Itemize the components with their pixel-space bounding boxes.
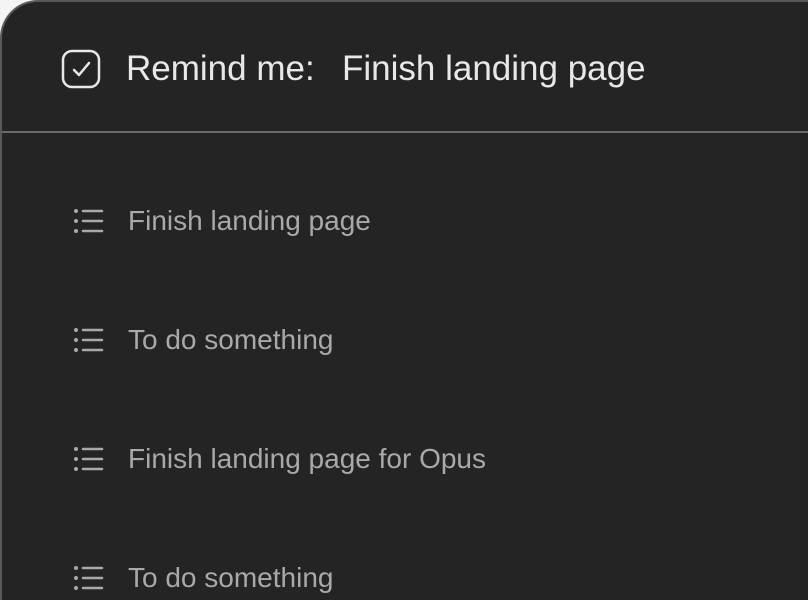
suggestion-item[interactable]: To do something (2, 548, 808, 600)
list-icon (74, 328, 104, 352)
reminder-header: Remind me: Finish landing page (2, 2, 808, 132)
list-icon (74, 209, 104, 233)
checkbox-checked-icon[interactable] (61, 49, 101, 89)
suggestion-item[interactable]: To do something (2, 310, 808, 370)
list-icon (74, 447, 104, 471)
suggestion-item[interactable]: Finish landing page for Opus (2, 429, 808, 489)
header-divider (2, 131, 808, 133)
suggestion-text: Finish landing page for Opus (128, 443, 486, 474)
reminder-panel: Remind me: Finish landing page Finish la… (0, 0, 808, 600)
remind-me-label: Remind me: (126, 49, 315, 88)
list-icon (74, 566, 104, 590)
suggestion-text: To do something (128, 324, 334, 355)
suggestion-item[interactable]: Finish landing page (2, 191, 808, 251)
suggestion-text: To do something (128, 562, 334, 593)
suggestion-text: Finish landing page (128, 205, 371, 236)
reminder-input[interactable]: Finish landing page (342, 46, 646, 92)
